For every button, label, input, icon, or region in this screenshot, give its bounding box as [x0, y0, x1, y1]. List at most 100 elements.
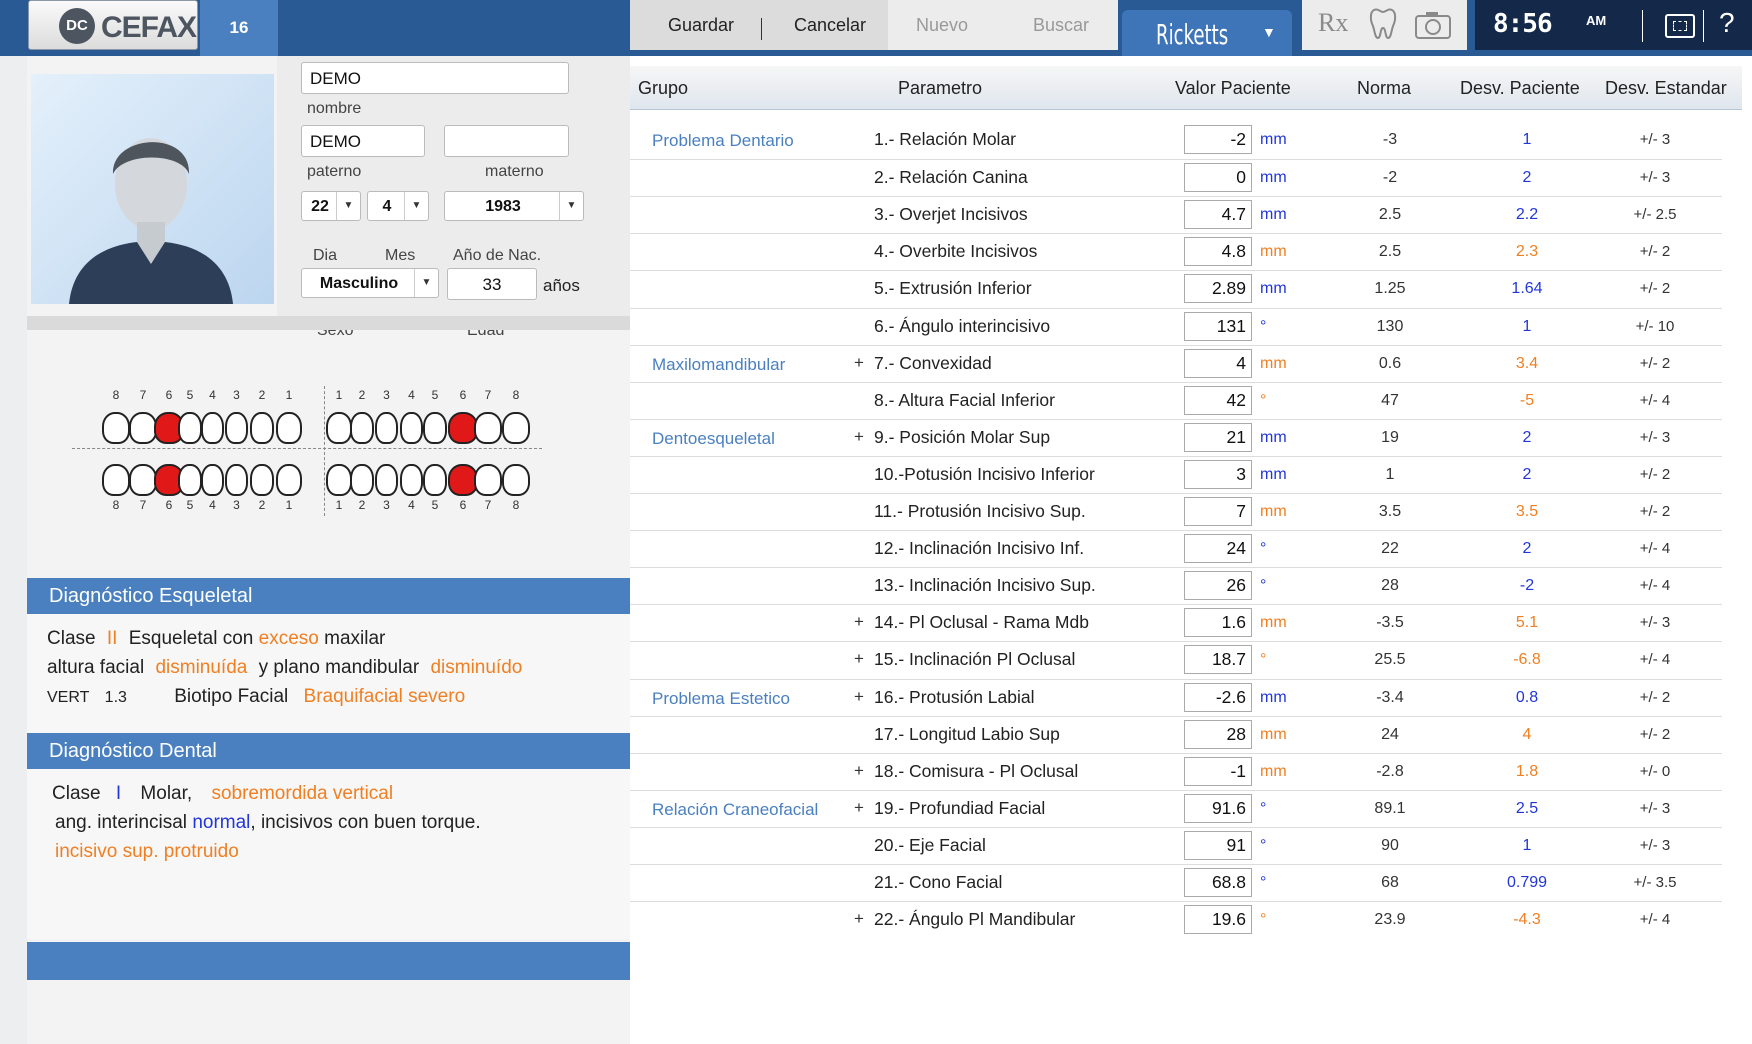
patient-value-input[interactable]: 21: [1184, 422, 1252, 452]
fullscreen-icon[interactable]: [1665, 14, 1695, 38]
cefax-logo-button[interactable]: DC CEFAX: [28, 0, 198, 50]
tooth-number: 6: [165, 388, 173, 402]
norm-value: 2.5: [1378, 206, 1402, 224]
tooth[interactable]: [502, 412, 530, 444]
help-icon[interactable]: ?: [1719, 7, 1735, 39]
ricketts-table: Grupo Parametro Valor Paciente Norma Des…: [630, 56, 1752, 1044]
tooth[interactable]: [102, 412, 130, 444]
patient-value-input[interactable]: 4.7: [1184, 200, 1252, 230]
patient-value-input[interactable]: 3: [1184, 459, 1252, 489]
norm-value: 28: [1381, 577, 1399, 595]
expand-toggle[interactable]: +: [854, 353, 864, 373]
divider: [1703, 10, 1704, 42]
dental-line-1: Clase I Molar, sobremordida vertical: [52, 779, 605, 808]
nombre-field[interactable]: DEMO: [301, 62, 569, 94]
patient-value-input[interactable]: 68.8: [1184, 868, 1252, 897]
chevron-down-icon: ▼: [1262, 24, 1276, 40]
patient-value-input[interactable]: 18.7: [1184, 645, 1252, 675]
tooth[interactable]: [129, 464, 157, 496]
rx-icon[interactable]: Rx: [1318, 8, 1348, 38]
tooth-number: 4: [408, 388, 415, 402]
save-button[interactable]: Guardar: [668, 15, 734, 36]
camera-icon[interactable]: [1414, 10, 1452, 47]
tooth[interactable]: [102, 464, 130, 496]
patient-value-input[interactable]: 19.6: [1184, 905, 1252, 935]
expand-toggle[interactable]: +: [854, 687, 864, 707]
sex-select[interactable]: Masculino ▼: [301, 268, 439, 298]
tooth[interactable]: [474, 464, 502, 496]
odontogram[interactable]: 87654321123456788765432112345678: [72, 366, 592, 536]
column-header: Valor Paciente: [1175, 78, 1291, 98]
tooth[interactable]: [350, 464, 374, 496]
tooth[interactable]: [326, 464, 352, 496]
expand-toggle[interactable]: +: [854, 612, 864, 632]
tooth[interactable]: [225, 412, 248, 444]
patient-value-input[interactable]: 42: [1184, 385, 1252, 415]
tooth[interactable]: [423, 412, 447, 444]
patient-value-input[interactable]: 1.6: [1184, 608, 1252, 638]
tooth[interactable]: [201, 412, 224, 444]
expand-toggle[interactable]: +: [854, 909, 864, 929]
materno-field[interactable]: [444, 125, 569, 157]
day-select[interactable]: 22 ▼: [301, 191, 361, 221]
age-field[interactable]: 33: [447, 268, 537, 300]
tooth[interactable]: [178, 464, 202, 496]
tooth[interactable]: [250, 464, 274, 496]
tooth[interactable]: [326, 412, 352, 444]
month-select[interactable]: 4 ▼: [367, 191, 429, 221]
patient-value-input[interactable]: 7: [1184, 497, 1252, 526]
tooth-number: 7: [139, 388, 147, 402]
year-select[interactable]: 1983 ▼: [444, 191, 584, 221]
patient-value-input[interactable]: 4: [1184, 348, 1252, 378]
tooth[interactable]: [201, 464, 224, 496]
skeletal-finding: disminuído: [430, 657, 523, 678]
day-value: 22: [311, 198, 329, 215]
cancel-button[interactable]: Cancelar: [794, 15, 866, 36]
patient-value-input[interactable]: -1: [1184, 756, 1252, 786]
tooth[interactable]: [276, 464, 302, 496]
patient-value-input[interactable]: 28: [1184, 719, 1252, 749]
tooth[interactable]: [276, 412, 302, 444]
tooth[interactable]: [129, 412, 157, 444]
tooth[interactable]: [178, 412, 202, 444]
expand-toggle[interactable]: +: [854, 761, 864, 781]
text: Molar,: [140, 783, 193, 804]
patient-deviation: 1.64: [1511, 280, 1543, 298]
patient-value-input[interactable]: 131: [1184, 311, 1252, 341]
tooth-icon[interactable]: [1368, 6, 1398, 47]
tooth[interactable]: [375, 464, 398, 496]
patient-value-input[interactable]: -2.6: [1184, 682, 1252, 712]
patient-value-input[interactable]: 4.8: [1184, 237, 1252, 267]
expand-toggle[interactable]: +: [854, 649, 864, 669]
analysis-selector[interactable]: Ricketts ▼: [1122, 10, 1292, 56]
paterno-field[interactable]: DEMO: [301, 125, 425, 157]
expand-toggle[interactable]: +: [854, 798, 864, 818]
patient-deviation: 1: [1522, 317, 1532, 335]
expand-toggle[interactable]: +: [854, 427, 864, 447]
tooth[interactable]: [400, 464, 423, 496]
patient-deviation: -2: [1519, 577, 1535, 595]
patient-value-input[interactable]: 24: [1184, 534, 1252, 564]
nombre-label: nombre: [307, 100, 362, 117]
tooth[interactable]: [502, 464, 530, 496]
norm-value: 1: [1385, 465, 1395, 483]
tooth[interactable]: [400, 412, 423, 444]
table-row: 4.- Overbite Incisivos 4.8 mm 2.5 2.3 +/- 2: [630, 233, 1722, 270]
patient-value-input[interactable]: -2: [1184, 125, 1252, 154]
new-button[interactable]: Nuevo: [916, 15, 968, 36]
patient-value-input[interactable]: 0: [1184, 163, 1252, 193]
text: ang. interincisal: [55, 812, 188, 833]
patient-value-input[interactable]: 91.6: [1184, 793, 1252, 823]
table-row: +14.- Pl Oclusal - Rama Mdb 1.6 mm -3.5 5.1 +…: [630, 604, 1722, 641]
tooth[interactable]: [225, 464, 248, 496]
patient-value-input[interactable]: 2.89: [1184, 274, 1252, 304]
tooth[interactable]: [375, 412, 398, 444]
patient-value-input[interactable]: 91: [1184, 830, 1252, 860]
parameter-name: 16.- Protusión Labial: [874, 686, 1035, 707]
tooth[interactable]: [474, 412, 502, 444]
tooth[interactable]: [250, 412, 274, 444]
patient-value-input[interactable]: 26: [1184, 571, 1252, 601]
search-button[interactable]: Buscar: [1033, 15, 1089, 36]
tooth[interactable]: [423, 464, 447, 496]
tooth[interactable]: [350, 412, 374, 444]
